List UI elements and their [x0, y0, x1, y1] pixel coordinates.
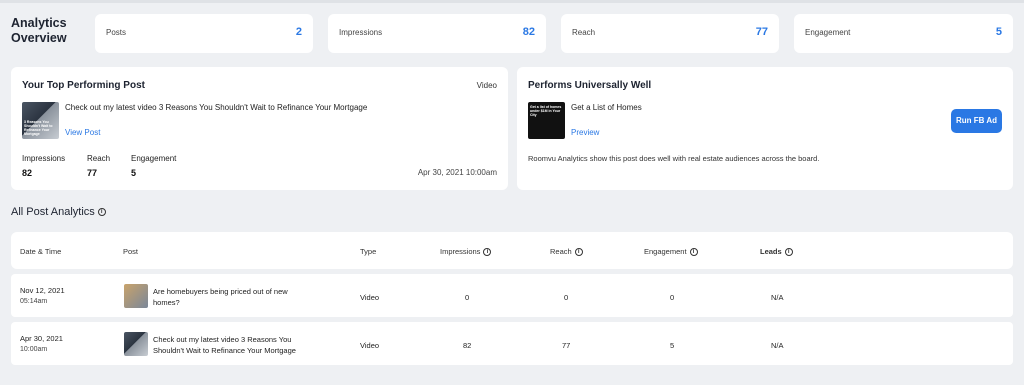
post-text: Get a List of Homes: [571, 103, 642, 112]
section-title: All Post Analytics i: [11, 206, 106, 218]
table-header: Date & Time Post Type Impressions i Reach…: [11, 232, 1013, 269]
stat-value: 77: [755, 26, 768, 38]
metric-label-impressions: Impressions: [22, 154, 66, 163]
stat-label: Posts: [106, 28, 127, 37]
col-header-date: Date & Time: [20, 247, 62, 256]
row-type: Video: [360, 293, 380, 302]
metric-value-reach: 77: [87, 168, 98, 178]
card-title: Your Top Performing Post: [22, 80, 145, 91]
col-header-text: Engagement: [644, 247, 687, 256]
stat-card-engagement: Engagement 5: [794, 14, 1013, 53]
metric-value-engagement: 5: [131, 168, 137, 178]
stat-label: Impressions: [339, 28, 383, 37]
post-thumbnail[interactable]: Get a list of homes under $1M in Your Ci…: [528, 102, 565, 139]
card-title: Performs Universally Well: [528, 80, 652, 91]
row-leads: N/A: [771, 341, 784, 350]
post-date: Apr 30, 2021 10:00am: [417, 168, 497, 177]
col-header-engagement: Engagement i: [644, 247, 698, 257]
overview-title: Analytics Overview: [11, 16, 67, 45]
stat-label: Engagement: [805, 28, 851, 37]
row-post-line1: Are homebuyers being priced out of new: [153, 287, 288, 296]
row-reach: 0: [564, 293, 569, 302]
post-type: Video: [476, 81, 497, 90]
row-thumbnail: [124, 332, 148, 356]
thumbnail-caption: 3 Reasons You Shouldn't Wait to Refinanc…: [24, 120, 53, 136]
row-impressions: 0: [465, 293, 470, 302]
row-date: Apr 30, 2021: [20, 334, 63, 343]
row-time: 05:14am: [20, 298, 48, 305]
table-row[interactable]: Nov 12, 2021 05:14am Are homebuyers bein…: [11, 274, 1013, 317]
row-engagement: 0: [670, 293, 675, 302]
info-icon[interactable]: i: [97, 208, 106, 217]
row-type: Video: [360, 341, 380, 350]
stat-value: 82: [522, 26, 535, 38]
row-date: Nov 12, 2021: [20, 286, 65, 295]
top-divider: [0, 0, 1024, 3]
post-thumbnail[interactable]: 3 Reasons You Shouldn't Wait to Refinanc…: [22, 102, 59, 139]
col-header-leads: Leads i: [760, 247, 793, 257]
row-impressions: 82: [463, 341, 472, 350]
metric-value-impressions: 82: [22, 168, 33, 178]
post-text: Check out my latest video 3 Reasons You …: [65, 103, 368, 112]
row-time: 10:00am: [20, 346, 48, 353]
row-reach: 77: [562, 341, 571, 350]
row-post-line2: homes?: [153, 298, 180, 307]
row-leads: N/A: [771, 293, 784, 302]
card-description: Roomvu Analytics show this post does wel…: [528, 154, 820, 163]
row-engagement: 5: [670, 341, 675, 350]
stat-card-reach: Reach 77: [561, 14, 779, 53]
info-icon[interactable]: i: [689, 248, 698, 257]
col-header-impressions: Impressions i: [440, 247, 492, 257]
view-post-link[interactable]: View Post: [65, 128, 100, 137]
stat-card-impressions: Impressions 82: [328, 14, 546, 53]
table-row[interactable]: Apr 30, 2021 10:00am Check out my latest…: [11, 322, 1013, 365]
col-header-type: Type: [360, 247, 377, 256]
stat-card-posts: Posts 2: [95, 14, 313, 53]
section-title-text: All Post Analytics: [11, 206, 95, 218]
col-header-text: Reach: [550, 247, 572, 256]
stat-value: 5: [995, 26, 1002, 38]
info-icon[interactable]: i: [574, 248, 583, 257]
preview-link[interactable]: Preview: [571, 128, 599, 137]
stat-label: Reach: [572, 28, 596, 37]
col-header-reach: Reach i: [550, 247, 583, 257]
stat-value: 2: [295, 26, 302, 38]
col-header-text: Impressions: [440, 247, 481, 256]
top-post-card: Your Top Performing Post Video 3 Reasons…: [11, 67, 508, 190]
col-header-post: Post: [123, 247, 139, 256]
info-icon[interactable]: i: [784, 248, 793, 257]
universal-post-card: Performs Universally Well Get a list of …: [517, 67, 1013, 190]
row-post-line1: Check out my latest video 3 Reasons You: [153, 335, 292, 344]
run-fb-ad-button[interactable]: Run FB Ad: [951, 109, 1002, 133]
info-icon[interactable]: i: [483, 248, 492, 257]
row-thumbnail: [124, 284, 148, 308]
col-header-text: Leads: [760, 247, 782, 256]
thumbnail-caption: Get a list of homes under $1M in Your Ci…: [530, 105, 562, 117]
metric-label-engagement: Engagement: [131, 154, 177, 163]
row-post-line2: Shouldn't Wait to Refinance Your Mortgag…: [153, 346, 296, 355]
metric-label-reach: Reach: [87, 154, 111, 163]
